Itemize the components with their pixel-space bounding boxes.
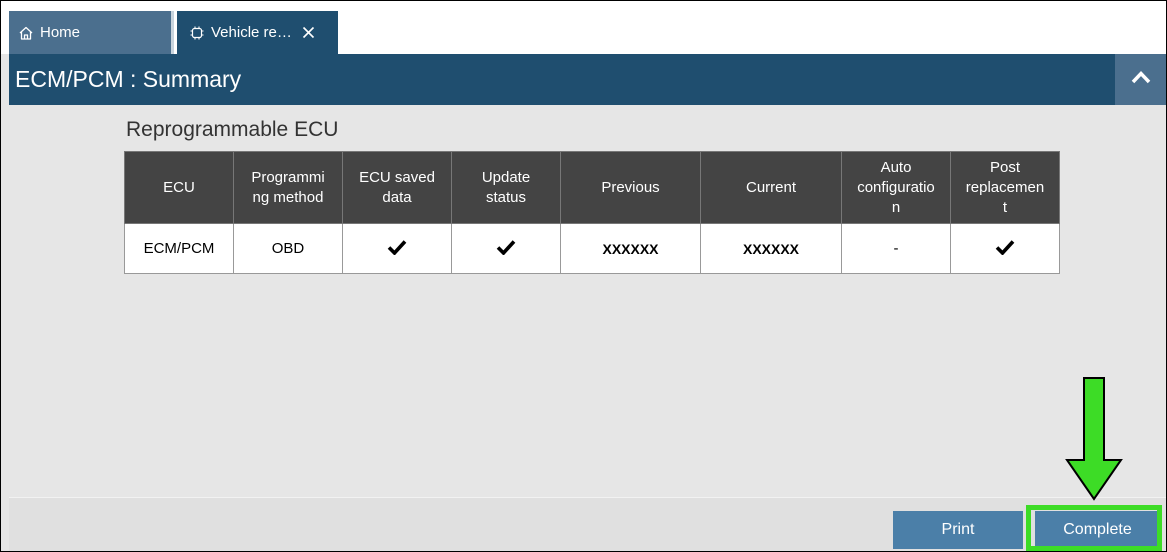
- column-header-ecu-saved-data: ECU saved data: [342, 151, 452, 224]
- cell-previous: XXXXXX: [560, 223, 701, 274]
- cell-ecu: ECM/PCM: [124, 223, 234, 274]
- cell-current: XXXXXX: [700, 223, 842, 274]
- tab-home[interactable]: Home: [9, 11, 174, 54]
- tab-home-label: Home: [40, 24, 81, 41]
- chevron-up-icon: [1131, 70, 1151, 89]
- page-header: ECM/PCM : Summary: [9, 54, 1166, 105]
- column-header-update-status: Update status: [451, 151, 561, 224]
- complete-button[interactable]: Complete: [1035, 511, 1160, 549]
- page-title: ECM/PCM : Summary: [15, 66, 242, 92]
- column-header-previous: Previous: [560, 151, 701, 224]
- column-header-programming-method: Programmi ng method: [233, 151, 343, 224]
- cell-post-replacement: [950, 223, 1060, 274]
- print-button[interactable]: Print: [893, 511, 1023, 549]
- tab-strip: Home Vehicle re…: [1, 1, 1166, 54]
- tab-vehicle-reprogramming[interactable]: Vehicle re…: [177, 11, 338, 54]
- checkmark-icon: [496, 239, 516, 259]
- column-header-current: Current: [700, 151, 842, 224]
- table-row[interactable]: ECM/PCM OBD XXXXXX XXXXXX -: [124, 223, 1060, 274]
- app-window: Home Vehicle re… ECM/PCM : Summary Repro…: [0, 0, 1167, 552]
- close-icon[interactable]: [302, 26, 315, 39]
- cell-update-status: [451, 223, 561, 274]
- footer-bar: Print Complete: [9, 497, 1166, 551]
- cell-auto-configuration: -: [841, 223, 951, 274]
- column-header-post-replacement: Post replacemen t: [950, 151, 1060, 224]
- section-title: Reprogrammable ECU: [126, 118, 339, 141]
- checkmark-icon: [995, 239, 1015, 259]
- ecu-table: ECU Programmi ng method ECU saved data U…: [124, 151, 1060, 274]
- tab-vehicle-label: Vehicle re…: [211, 24, 292, 41]
- cell-programming-method: OBD: [233, 223, 343, 274]
- column-header-auto-configuration: Auto configuratio n: [841, 151, 951, 224]
- cell-ecu-saved-data: [342, 223, 452, 274]
- chip-icon: [189, 25, 205, 41]
- checkmark-icon: [387, 239, 407, 259]
- arrow-down-icon: [1065, 377, 1123, 501]
- column-header-ecu: ECU: [124, 151, 234, 224]
- home-icon: [18, 25, 34, 41]
- table-header-row: ECU Programmi ng method ECU saved data U…: [124, 151, 1060, 224]
- content-area: Reprogrammable ECU ECU Programmi ng meth…: [9, 105, 1166, 497]
- collapse-button[interactable]: [1115, 54, 1166, 105]
